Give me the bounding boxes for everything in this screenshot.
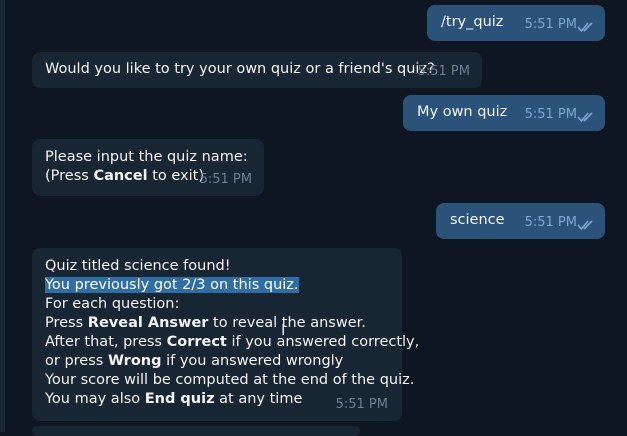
- outgoing-message[interactable]: science 5:51 PM: [436, 203, 605, 239]
- outgoing-message[interactable]: /try_quiz 5:51 PM: [427, 5, 605, 41]
- outgoing-message[interactable]: My own quiz 5:51 PM: [403, 95, 605, 131]
- text-cursor-icon: I: [281, 321, 286, 339]
- double-check-icon: [577, 220, 593, 231]
- message-text: Would you like to try your own quiz or a…: [45, 61, 435, 77]
- incoming-message-partial[interactable]: [32, 426, 360, 436]
- message-line: For each question:: [45, 296, 180, 312]
- incoming-message[interactable]: Please input the quiz name: (Press Cance…: [32, 139, 264, 196]
- incoming-message[interactable]: Quiz titled science found! You previousl…: [32, 248, 420, 421]
- double-check-icon: [577, 22, 593, 33]
- message-line: Press Reveal Answer to reveal the answer…: [45, 315, 366, 331]
- message-time: 5:51 PM: [524, 215, 577, 230]
- incoming-message[interactable]: Would you like to try your own quiz or a…: [32, 52, 482, 88]
- message-line: After that, press Correct if you answere…: [45, 334, 420, 350]
- message-line: or press Wrong if you answered wrongly: [45, 353, 344, 369]
- message-time: 5:51 PM: [417, 64, 470, 79]
- message-time: 5:51 PM: [524, 17, 577, 32]
- message-text: /try_quiz: [441, 14, 504, 30]
- message-line: You previously got 2/3 on this quiz.: [45, 276, 392, 295]
- message-text: My own quiz: [417, 104, 508, 120]
- message-line: Your score will be computed at the end o…: [45, 372, 415, 388]
- selected-text: You previously got 2/3 on this quiz.: [45, 277, 299, 293]
- sidebar-edge: [0, 0, 5, 432]
- message-time: 5:51 PM: [524, 107, 577, 122]
- message-line: Please input the quiz name:: [45, 149, 248, 165]
- message-time: 5:51 PM: [335, 397, 388, 412]
- message-time: 5:51 PM: [199, 172, 252, 187]
- double-check-icon: [577, 112, 593, 123]
- message-line: Quiz titled science found!: [45, 258, 231, 274]
- message-text: science: [450, 212, 505, 228]
